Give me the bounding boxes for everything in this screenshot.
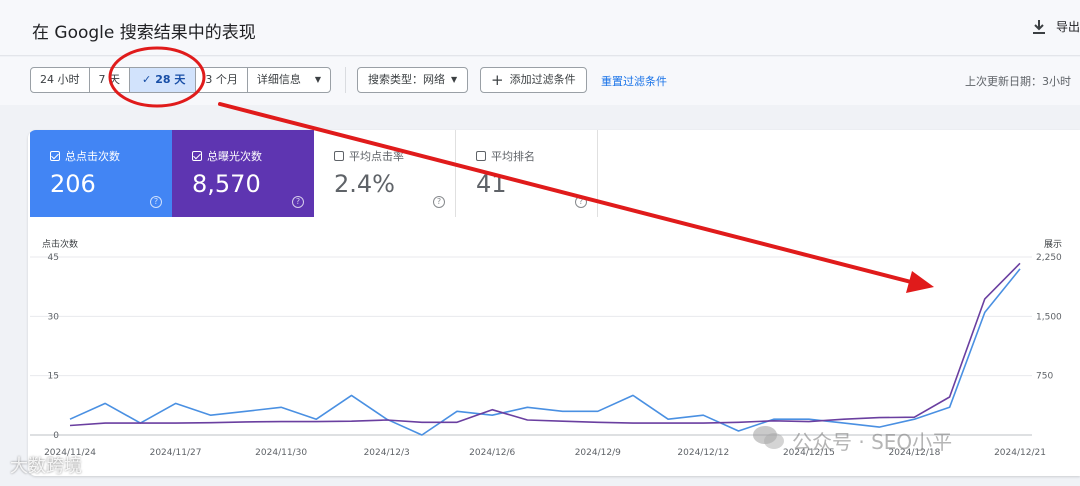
- annotation-arrow-head: [906, 271, 934, 293]
- annotation-overlay: [108, 46, 934, 293]
- corner-watermark: 大数跨境: [10, 456, 82, 477]
- highlight-circle: [108, 46, 206, 108]
- wechat-icon: [753, 426, 784, 449]
- annotation-arrow-line: [218, 102, 917, 285]
- wechat-watermark: 公众号 · SEO小平: [792, 430, 953, 454]
